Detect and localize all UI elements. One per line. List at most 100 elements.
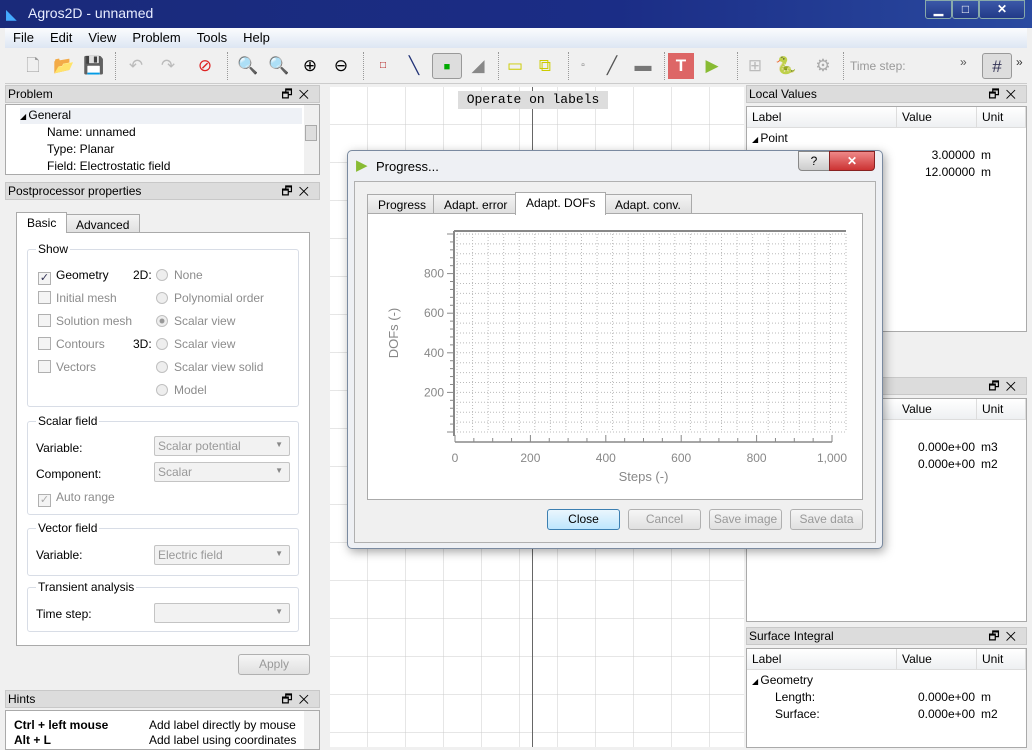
point-icon[interactable]: ▫ <box>570 53 596 79</box>
time-step-select[interactable]: ▼ <box>154 603 290 623</box>
geometry-checkbox[interactable]: ✓ Geometry <box>38 268 109 285</box>
dock-float-close-icons[interactable]: 🗗✕ <box>281 86 315 103</box>
menu-help[interactable]: Help <box>235 28 278 45</box>
tab-adapt-error[interactable]: Adapt. error <box>433 194 519 214</box>
select-multiple-icon[interactable]: ⧉ <box>532 53 558 79</box>
save-image-button[interactable]: Save image <box>709 509 782 530</box>
tree-group-general[interactable]: ◢ General <box>20 108 302 124</box>
group-title: Vector field <box>36 521 100 535</box>
column-header[interactable]: Label <box>747 107 897 127</box>
scrollbar[interactable] <box>304 105 319 174</box>
grid-toggle-icon[interactable]: # <box>982 53 1012 79</box>
tab-progress[interactable]: Progress <box>367 194 438 214</box>
radio-scalar-view-solid[interactable]: Scalar view solid <box>156 360 263 374</box>
contours-checkbox[interactable]: Contours <box>38 337 105 351</box>
dock-float-close-icons[interactable]: 🗗✕ <box>281 183 315 200</box>
vector-field-group: Vector field Variable: Electric field ▼ <box>27 521 299 576</box>
chart-icon[interactable]: ⊞ <box>742 53 768 79</box>
tree-group-geometry[interactable]: ◢ Geometry <box>752 673 813 687</box>
toolbar-overflow-button-2[interactable]: » <box>1016 55 1023 69</box>
tab-adapt-conv[interactable]: Adapt. conv. <box>604 194 692 214</box>
close-button[interactable]: Close <box>547 509 620 530</box>
zoom-in-icon[interactable]: ⊕ <box>297 53 323 79</box>
chart-panel: 0 200 400 600 800 1,000 200 400 600 800 Steps (-) D… <box>367 213 863 500</box>
report-icon[interactable]: T <box>668 53 694 79</box>
radio-scalar-view-3d[interactable]: Scalar view <box>156 337 235 351</box>
local-values-title: Local Values <box>749 87 817 101</box>
line-icon[interactable]: ╱ <box>599 53 625 79</box>
undo-icon[interactable]: ↶ <box>123 53 149 79</box>
column-header[interactable]: Value <box>897 107 977 127</box>
zoom-out-icon[interactable]: ⊖ <box>328 53 354 79</box>
menu-file[interactable]: File <box>5 28 42 45</box>
radio-none[interactable]: None <box>156 268 203 282</box>
hints-panel: Ctrl + left mouse Add label directly by … <box>5 710 320 750</box>
maximize-button[interactable]: □ <box>952 0 979 19</box>
checkbox-label: Initial mesh <box>56 291 117 305</box>
initial-mesh-checkbox[interactable]: Initial mesh <box>38 291 117 305</box>
radio-label: Scalar view solid <box>174 360 264 374</box>
save-icon[interactable]: 💾 <box>81 53 107 79</box>
column-header[interactable]: Unit <box>977 649 1026 669</box>
redo-icon[interactable]: ↷ <box>155 53 181 79</box>
scalar-component-select[interactable]: Scalar ▼ <box>154 462 290 482</box>
hint-key: Ctrl + left mouse <box>14 718 109 732</box>
scalar-variable-select[interactable]: Scalar potential ▼ <box>154 436 290 456</box>
apply-button[interactable]: Apply <box>238 654 310 675</box>
column-header[interactable]: Label <box>747 649 897 669</box>
solve-icon[interactable]: ▶ <box>699 53 725 79</box>
scrollbar[interactable] <box>304 711 319 749</box>
vectors-checkbox[interactable]: Vectors <box>38 360 96 374</box>
radio-model[interactable]: Model <box>156 383 207 397</box>
save-data-button[interactable]: Save data <box>790 509 863 530</box>
column-header[interactable]: Value <box>897 649 977 669</box>
value-cell: 12.00000 <box>924 165 975 179</box>
auto-range-checkbox[interactable]: ✓ Auto range <box>38 490 115 507</box>
column-header[interactable]: Unit <box>977 107 1026 127</box>
radio-scalar-view-2d[interactable]: Scalar view <box>156 314 235 328</box>
postprocessor-icon[interactable]: ◢ <box>465 53 491 79</box>
settings-gear-icon[interactable]: ⚙ <box>810 53 836 79</box>
radio-label: Polynomial order <box>174 291 265 305</box>
select-region-icon[interactable]: ▭ <box>502 53 528 79</box>
rectangle-icon[interactable]: ▬ <box>630 53 656 79</box>
new-file-icon[interactable]: 🗋 <box>20 53 46 79</box>
tab-advanced[interactable]: Advanced <box>65 214 141 234</box>
dialog-close-x-button[interactable]: ✕ <box>829 151 875 171</box>
operate-nodes-icon[interactable]: □ <box>370 53 396 79</box>
help-button[interactable]: ? <box>798 151 830 171</box>
tab-basic[interactable]: Basic <box>16 212 68 233</box>
operate-labels-icon[interactable]: ■ <box>432 53 462 79</box>
vector-variable-select[interactable]: Electric field ▼ <box>154 545 290 565</box>
python-icon[interactable]: 🐍 <box>773 53 799 79</box>
stop-icon[interactable]: ⊘ <box>192 53 218 79</box>
cancel-button[interactable]: Cancel <box>628 509 701 530</box>
column-header[interactable]: Value <box>897 399 977 419</box>
dock-float-close-icons[interactable]: 🗗✕ <box>988 86 1022 103</box>
dock-float-close-icons[interactable]: 🗗✕ <box>988 628 1022 645</box>
play-icon: ▶ <box>356 157 368 174</box>
menu-tools[interactable]: Tools <box>189 28 235 45</box>
operate-edges-icon[interactable]: ╲ <box>401 53 427 79</box>
dock-float-close-icons[interactable]: 🗗✕ <box>281 691 315 708</box>
tree-item[interactable]: Name: unnamed <box>47 125 136 139</box>
tab-adapt-dofs[interactable]: Adapt. DOFs <box>515 192 607 215</box>
toolbar-overflow-button[interactable]: » <box>960 55 967 69</box>
variable-label: Variable: <box>36 441 83 455</box>
menu-problem[interactable]: Problem <box>124 28 188 45</box>
zoom-best-fit-icon[interactable]: 🔍 <box>235 53 261 79</box>
menu-view[interactable]: View <box>80 28 124 45</box>
radio-polynomial-order[interactable]: Polynomial order <box>156 291 264 305</box>
close-window-button[interactable]: ✕ <box>979 0 1025 19</box>
tree-item[interactable]: Field: Electrostatic field <box>47 159 170 173</box>
zoom-region-icon[interactable]: 🔍 <box>266 53 292 79</box>
column-header[interactable]: Unit <box>977 399 1026 419</box>
solution-mesh-checkbox[interactable]: Solution mesh <box>38 314 132 328</box>
radio-label: Scalar view <box>174 337 236 351</box>
open-folder-icon[interactable]: 📂 <box>51 53 77 79</box>
dock-float-close-icons[interactable]: 🗗✕ <box>988 378 1022 395</box>
tree-group-point[interactable]: ◢ Point <box>752 131 788 145</box>
tree-item[interactable]: Type: Planar <box>47 142 114 156</box>
menu-edit[interactable]: Edit <box>42 28 80 45</box>
minimize-button[interactable]: ▁ <box>925 0 952 19</box>
